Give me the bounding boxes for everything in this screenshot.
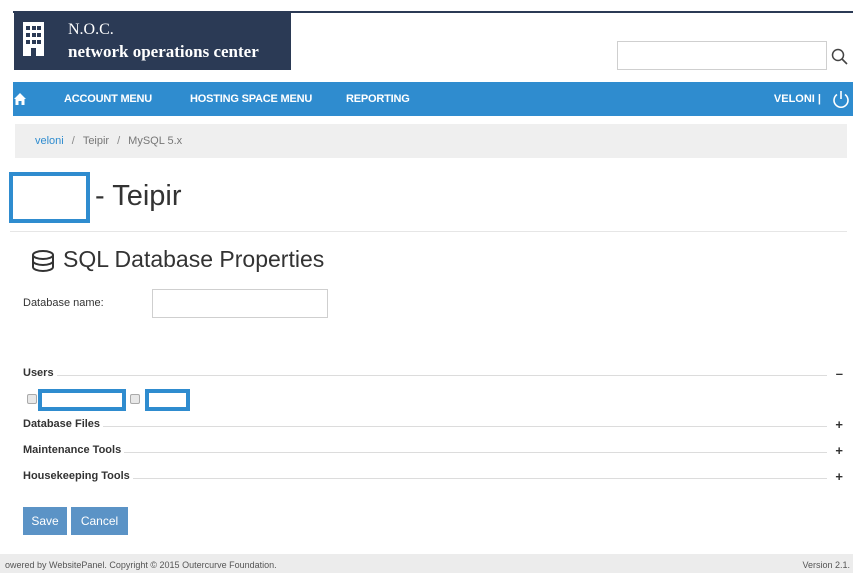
cancel-button[interactable]: Cancel [71,507,128,535]
group-divider [23,375,827,376]
housekeeping-tools-group-header[interactable]: Housekeeping Tools + [23,469,843,484]
logo-line-1: N.O.C. [68,21,114,38]
maintenance-tools-group-header[interactable]: Maintenance Tools + [23,443,843,458]
search-icon[interactable] [830,47,850,67]
database-icon [32,250,54,272]
search-input[interactable] [617,41,827,70]
database-name-input[interactable] [152,289,328,318]
logo-line-2: network operations center [68,42,259,61]
expand-toggle[interactable]: + [835,469,843,484]
section-title: SQL Database Properties [63,246,325,272]
group-divider [23,478,827,479]
users-group-header[interactable]: Users – [23,366,843,381]
group-label-maintenance-tools: Maintenance Tools [23,444,125,456]
group-label-housekeeping-tools: Housekeeping Tools [23,470,133,482]
title-placeholder-box [9,172,90,223]
database-files-group-header[interactable]: Database Files + [23,417,843,432]
footer-version: Version 2.1. [802,560,850,570]
breadcrumb: veloni / Teipir / MySQL 5.x [15,124,847,158]
group-divider [23,452,827,453]
nav-account-menu[interactable]: ACCOUNT MENU [64,93,152,105]
page-title: - Teipir [95,180,182,212]
user-name-box-2 [145,389,190,411]
breadcrumb-mysql: MySQL 5.x [128,135,183,147]
expand-toggle[interactable]: + [835,417,843,432]
user-checkbox-1[interactable] [27,394,37,404]
expand-toggle[interactable]: + [835,443,843,458]
current-user[interactable]: VELONI | [774,93,821,105]
group-label-users: Users [23,367,57,379]
nav-reporting[interactable]: REPORTING [346,93,410,105]
building-icon [23,22,44,56]
home-icon[interactable] [13,82,27,116]
main-navbar: ACCOUNT MENU HOSTING SPACE MENU REPORTIN… [13,82,853,116]
footer-copyright: owered by WebsitePanel. Copyright © 2015… [5,560,277,570]
footer: owered by WebsitePanel. Copyright © 2015… [0,554,853,573]
title-divider [10,231,847,232]
breadcrumb-veloni[interactable]: veloni [35,135,64,147]
breadcrumb-teipir[interactable]: Teipir [83,135,109,147]
group-label-database-files: Database Files [23,418,104,430]
logo[interactable]: N.O.C. network operations center [14,13,291,70]
power-icon[interactable] [831,89,851,109]
database-name-label: Database name: [23,297,104,309]
nav-hosting-space-menu[interactable]: HOSTING SPACE MENU [190,93,312,105]
group-divider [23,426,827,427]
user-checkbox-2[interactable] [130,394,140,404]
save-button[interactable]: Save [23,507,67,535]
collapse-toggle[interactable]: – [836,366,843,381]
user-name-box-1 [38,389,126,411]
